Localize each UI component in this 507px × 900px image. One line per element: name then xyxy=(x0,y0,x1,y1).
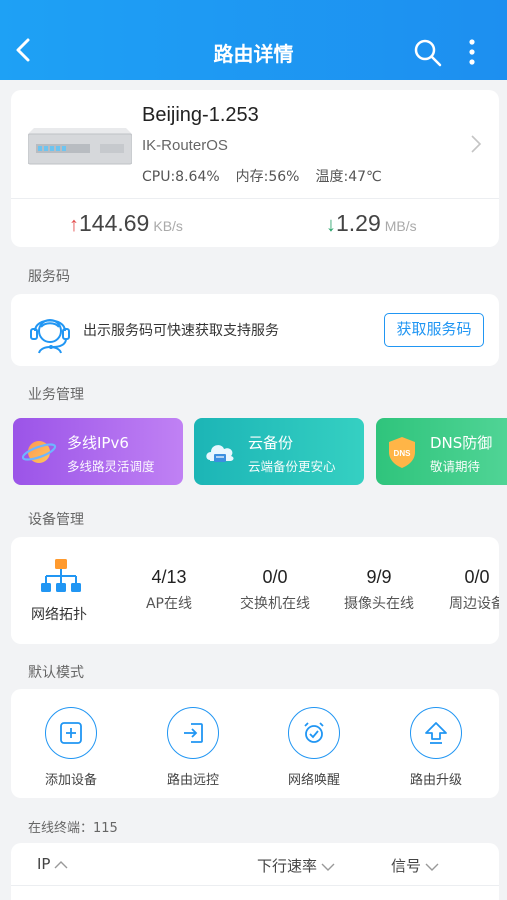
shield-icon: DNS xyxy=(389,437,415,468)
mode-label: 路由远控 xyxy=(166,773,219,788)
service-code-section-label: 服务码 xyxy=(28,269,70,285)
router-device-image xyxy=(28,128,132,165)
mode-label: 添加设备 xyxy=(44,773,97,788)
upload-speed-unit: KB/s xyxy=(153,218,183,234)
login-arrow-icon xyxy=(184,723,203,743)
mode-section-label: 默认模式 xyxy=(28,665,84,681)
stat-label: 交换机在线 xyxy=(240,596,310,612)
temperature: 温度:47℃ xyxy=(315,169,382,185)
switch-online-stat[interactable]: 0/0 交换机在线 xyxy=(231,567,319,613)
tile-title: 云备份 xyxy=(248,434,294,452)
upgrade-arrow-icon xyxy=(425,722,447,744)
add-device-icon xyxy=(60,722,82,744)
router-upgrade-icon-circle xyxy=(410,707,462,759)
get-service-code-button[interactable]: 获取服务码 xyxy=(384,313,484,347)
ap-online-stat[interactable]: 4/13 AP在线 xyxy=(129,567,209,613)
tile-subtitle: 多线路灵活调度 xyxy=(67,459,155,474)
customer-support-icon xyxy=(30,319,70,354)
tile-title: DNS防御 xyxy=(430,434,493,452)
tile-subtitle: 云端备份更安心 xyxy=(248,459,336,474)
add-device-button[interactable]: 添加设备 xyxy=(31,707,111,788)
column-signal-sort[interactable]: 信号 xyxy=(391,855,439,876)
download-arrow-icon: ↓ xyxy=(326,214,336,236)
router-name: Beijing-1.253 xyxy=(142,104,259,126)
shield-badge-text: DNS xyxy=(394,449,412,458)
column-header: 下行速率 xyxy=(257,857,318,875)
chevron-right-icon[interactable] xyxy=(469,134,483,154)
tile-dns-defense[interactable]: DNS DNS防御 敬请期待 xyxy=(376,418,507,485)
remote-control-button[interactable]: 路由远控 xyxy=(153,707,233,788)
chevron-up-icon xyxy=(54,860,68,868)
router-os: IK-RouterOS xyxy=(142,137,228,154)
column-header: IP xyxy=(37,855,51,873)
tile-title: 多线IPv6 xyxy=(67,434,129,452)
upload-speed: ↑144.69 KB/s xyxy=(69,210,183,237)
router-upgrade-button[interactable]: 路由升级 xyxy=(396,707,476,788)
remote-control-icon-circle xyxy=(167,707,219,759)
default-mode-card: 添加设备 路由远控 网络唤醒 路由升级 xyxy=(11,689,499,798)
cpu-usage: CPU:8.64% xyxy=(142,169,220,185)
column-header: 信号 xyxy=(391,857,422,875)
online-terminals-count: 在线终端：115 xyxy=(28,821,118,836)
device-management-card: 网络拓扑 4/13 AP在线 0/0 交换机在线 9/9 摄像头在线 0/0 周… xyxy=(11,537,499,644)
tile-multiline-ipv6[interactable]: 多线IPv6 多线路灵活调度 xyxy=(13,418,183,485)
memory-usage: 内存:56% xyxy=(235,169,300,185)
camera-online-stat[interactable]: 9/9 摄像头在线 xyxy=(335,567,423,613)
column-downlink-sort[interactable]: 下行速率 xyxy=(257,855,335,876)
device-section-label: 设备管理 xyxy=(28,512,84,528)
wake-on-lan-button[interactable]: 网络唤醒 xyxy=(274,707,354,788)
more-options-icon[interactable] xyxy=(462,38,482,68)
wake-on-lan-icon-circle xyxy=(288,707,340,759)
mode-label: 路由升级 xyxy=(409,773,462,788)
add-device-icon-circle xyxy=(45,707,97,759)
service-code-card: 出示服务码可快速获取支持服务 获取服务码 xyxy=(11,294,499,366)
stat-label: 周边设备 xyxy=(449,596,499,612)
download-speed-unit: MB/s xyxy=(384,218,417,234)
upload-arrow-icon: ↑ xyxy=(69,214,79,236)
column-ip-sort[interactable]: IP xyxy=(37,855,68,873)
router-resource-stats: CPU:8.64% 内存:56% 温度:47℃ xyxy=(142,166,398,186)
terminal-table-header: IP 下行速率 信号 xyxy=(11,843,499,900)
business-section-label: 业务管理 xyxy=(28,387,84,403)
chevron-down-icon xyxy=(321,863,335,871)
divider xyxy=(11,198,499,199)
stat-value: 0/0 xyxy=(464,567,490,587)
service-code-description: 出示服务码可快速获取支持服务 xyxy=(83,323,279,339)
peripheral-devices-stat[interactable]: 0/0 周边设备 xyxy=(439,567,499,613)
app-header: 路由详情 xyxy=(0,0,507,80)
network-topology-icon xyxy=(41,559,81,592)
tile-subtitle: 敬请期待 xyxy=(430,459,481,474)
search-icon[interactable] xyxy=(413,38,443,68)
stat-label: AP在线 xyxy=(145,596,193,612)
router-info-card[interactable]: Beijing-1.253 IK-RouterOS CPU:8.64% 内存:56… xyxy=(11,90,499,247)
mode-label: 网络唤醒 xyxy=(287,773,340,788)
download-speed-value: 1.29 xyxy=(336,210,381,236)
stat-value: 9/9 xyxy=(366,567,392,587)
stat-value: 0/0 xyxy=(262,567,288,587)
upload-speed-value: 144.69 xyxy=(79,210,150,236)
stat-label: 摄像头在线 xyxy=(344,596,414,612)
download-speed: ↓1.29 MB/s xyxy=(326,210,417,237)
network-topology-label: 网络拓扑 xyxy=(31,607,87,623)
chevron-down-icon xyxy=(425,863,439,871)
tile-cloud-backup[interactable]: 云备份 云端备份更安心 xyxy=(194,418,364,485)
divider xyxy=(11,885,499,886)
alarm-clock-icon xyxy=(304,722,324,743)
planet-icon xyxy=(21,441,57,463)
stat-value: 4/13 xyxy=(151,567,187,587)
cloud-icon xyxy=(206,445,234,462)
